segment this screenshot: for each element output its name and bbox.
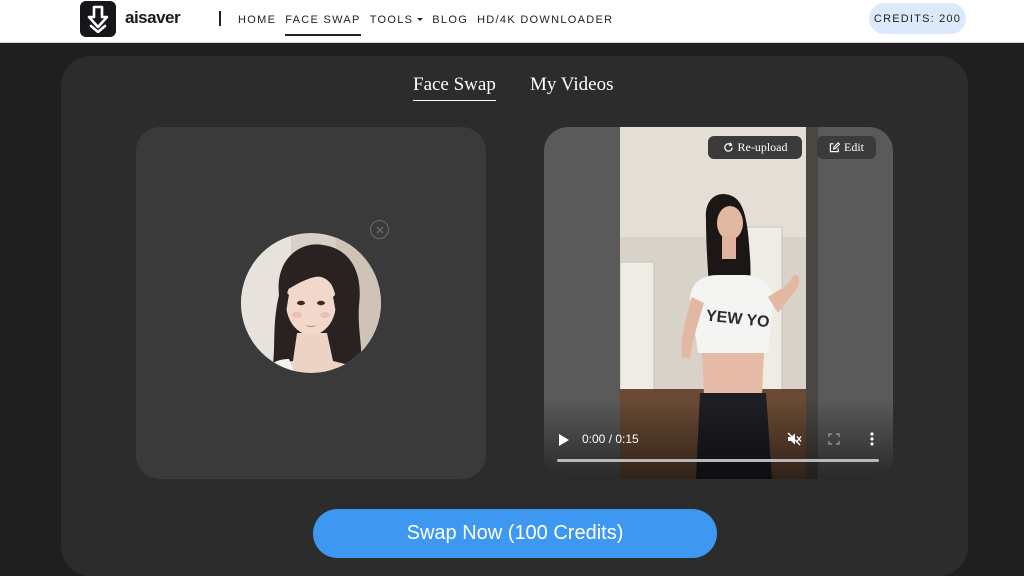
video-progress-track[interactable]	[557, 459, 879, 462]
close-icon	[376, 226, 383, 233]
nav-divider	[219, 11, 221, 26]
main-nav: HOME FACE SWAP TOOLS BLOG HD/4K DOWNLOAD…	[238, 13, 622, 36]
nav-home[interactable]: HOME	[238, 14, 276, 27]
remove-face-button[interactable]	[370, 220, 389, 239]
video-time: 0:00 / 0:15	[582, 432, 639, 446]
edit-button[interactable]: Edit	[817, 136, 876, 159]
logo-icon[interactable]	[80, 1, 116, 37]
refresh-icon	[723, 142, 733, 152]
video-player[interactable]: YEW YO Re-upload Edit 0:00 / 0:15	[544, 127, 893, 479]
nav-hd-downloader[interactable]: HD/4K DOWNLOADER	[477, 14, 613, 27]
fullscreen-icon[interactable]	[828, 433, 840, 445]
edit-label: Edit	[844, 140, 864, 154]
mute-icon[interactable]	[787, 432, 802, 446]
more-options-icon[interactable]	[870, 432, 874, 446]
credits-badge[interactable]: CREDITS: 200	[869, 3, 966, 34]
play-icon[interactable]	[558, 433, 570, 447]
face-photo	[241, 233, 381, 373]
edit-icon	[829, 142, 840, 153]
nav-tools-label: TOOLS	[369, 13, 414, 26]
reupload-button[interactable]: Re-upload	[708, 136, 802, 159]
tab-face-swap[interactable]: Face Swap	[413, 74, 496, 101]
nav-tools[interactable]: TOOLS	[370, 14, 424, 27]
swap-now-button[interactable]: Swap Now (100 Credits)	[313, 509, 717, 558]
nav-face-swap[interactable]: FACE SWAP	[285, 14, 362, 36]
caret-down-icon	[417, 17, 424, 21]
reupload-label: Re-upload	[737, 140, 788, 154]
nav-blog[interactable]: BLOG	[432, 14, 468, 27]
logo-text[interactable]: aisaver	[125, 8, 181, 28]
tab-my-videos[interactable]: My Videos	[530, 74, 614, 96]
top-navigation-bar: aisaver HOME FACE SWAP TOOLS BLOG HD/4K …	[0, 0, 1024, 43]
